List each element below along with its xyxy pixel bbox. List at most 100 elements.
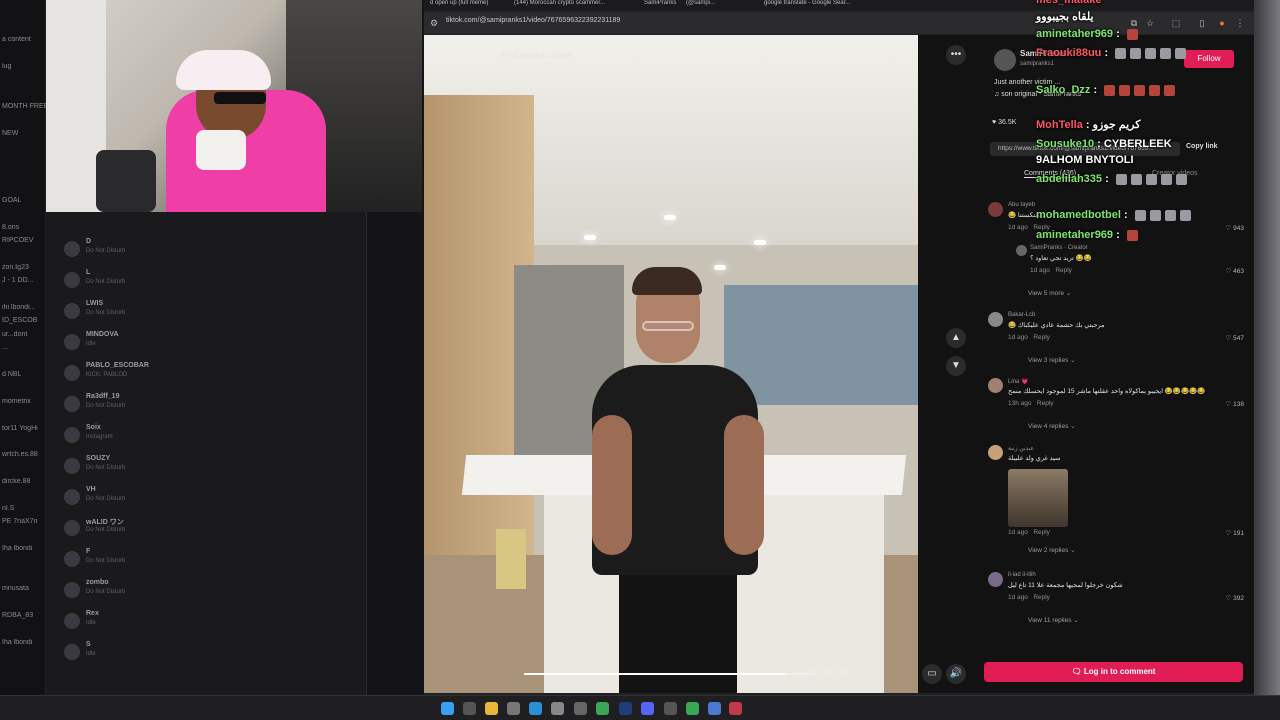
comment-author[interactable]: Lina 💗 xyxy=(1008,378,1028,385)
store-icon[interactable] xyxy=(507,702,520,715)
channel-item[interactable]: zon.tg23 xyxy=(0,264,46,271)
reply-button[interactable]: Reply xyxy=(1055,267,1072,274)
member-item[interactable]: S Idle xyxy=(58,641,358,667)
member-item[interactable]: MINDOVA Idle xyxy=(58,331,358,357)
search-icon[interactable] xyxy=(463,702,476,715)
url-text[interactable]: tiktok.com/@samipranks1/video/7676596322… xyxy=(446,17,846,29)
avatar[interactable] xyxy=(994,49,1016,71)
channel-item[interactable]: lug xyxy=(0,63,46,70)
avatar[interactable] xyxy=(64,303,80,319)
member-item[interactable]: PABLO_ESCOBAR KICK: PABLOD xyxy=(58,362,358,388)
channel-item[interactable]: J - 1 DD... xyxy=(0,277,46,284)
comment-like-count[interactable]: ♡ 547 xyxy=(1226,334,1245,342)
channel-item[interactable]: ur...dont xyxy=(0,331,46,338)
browser-tab[interactable]: (144) Moroccan crypto scammer... xyxy=(508,0,618,10)
avatar[interactable] xyxy=(64,644,80,660)
member-item[interactable]: SOUZY Do Not Disturb xyxy=(58,455,358,481)
browser-tab[interactable]: google translate - Google Sear... xyxy=(758,0,868,10)
member-item[interactable]: D Do Not Disturb xyxy=(58,238,358,264)
avatar[interactable] xyxy=(988,445,1003,460)
like-button[interactable]: ♥ 36.5K xyxy=(992,119,1016,126)
avatar[interactable] xyxy=(988,312,1003,327)
comment-like-count[interactable]: ♡ 138 xyxy=(1226,400,1245,408)
comment-author[interactable]: il-lad il-illih xyxy=(1008,572,1036,578)
channel-item[interactable]: wrtch.es.88 xyxy=(0,451,46,458)
avatar[interactable] xyxy=(64,458,80,474)
avatar[interactable] xyxy=(64,272,80,288)
channel-item[interactable]: NEW xyxy=(0,130,46,137)
channel-item[interactable]: tor11 YogHi xyxy=(0,425,46,432)
avatar[interactable] xyxy=(1016,245,1027,256)
avatar[interactable] xyxy=(64,334,80,350)
log-in-to-comment-button[interactable]: 🗨 Log in to comment xyxy=(984,662,1243,682)
obs-icon[interactable] xyxy=(729,702,742,715)
avatar[interactable] xyxy=(64,582,80,598)
member-item[interactable]: F Do Not Disturb xyxy=(58,548,358,574)
member-item[interactable]: Rex Idle xyxy=(58,610,358,636)
view-more-replies[interactable]: View 11 replies ⌄ xyxy=(1028,616,1079,624)
tiktok-video-player[interactable]: Find related content 01:16/01:25 xyxy=(424,35,918,693)
reply-button[interactable]: Reply xyxy=(1037,400,1054,407)
channel-item[interactable]: RDBA_83 xyxy=(0,612,46,619)
comment-author[interactable]: عبدبن زنبة xyxy=(1008,445,1034,452)
file-explorer-icon[interactable] xyxy=(485,702,498,715)
app-icon[interactable] xyxy=(686,702,699,715)
channel-item[interactable]: dircke.88 xyxy=(0,478,46,485)
previous-video-icon[interactable]: ▲ xyxy=(946,328,966,348)
comment-author[interactable]: Abu tayeb xyxy=(1008,202,1035,208)
channel-item[interactable]: MONTH FREE xyxy=(0,103,46,110)
avatar[interactable] xyxy=(64,241,80,257)
member-item[interactable]: Ra3dff_19 Do Not Disturb xyxy=(58,393,358,419)
avatar[interactable] xyxy=(64,489,80,505)
member-item[interactable]: VH Do Not Disturb xyxy=(58,486,358,512)
channel-item[interactable]: PE 7naX7n xyxy=(0,518,46,525)
reply-button[interactable]: Reply xyxy=(1033,594,1050,601)
avatar[interactable] xyxy=(64,520,80,536)
browser-tab[interactable]: d open up (full meme) xyxy=(424,0,504,10)
view-more-replies[interactable]: View 2 replies ⌄ xyxy=(1028,546,1076,554)
channel-item[interactable]: ihi lbondi... xyxy=(0,304,46,311)
chrome-icon[interactable] xyxy=(596,702,609,715)
channel-item[interactable]: nI.S xyxy=(0,505,46,512)
channel-item[interactable]: Iha lbondi xyxy=(0,639,46,646)
avatar[interactable] xyxy=(64,396,80,412)
view-more-replies[interactable]: View 3 replies ⌄ xyxy=(1028,356,1076,364)
volume-icon[interactable]: 🔊 xyxy=(946,664,966,684)
member-item[interactable]: LWIS Do Not Disturb xyxy=(58,300,358,326)
channel-item[interactable]: ID_ESCOB xyxy=(0,317,46,324)
channel-item[interactable]: d NBL xyxy=(0,371,46,378)
video-progress-bar[interactable] xyxy=(524,673,814,675)
avatar[interactable] xyxy=(988,202,1003,217)
miniplayer-icon[interactable]: ▭ xyxy=(922,664,942,684)
discord-icon[interactable] xyxy=(641,702,654,715)
site-info-icon[interactable]: ⚙ xyxy=(428,17,440,29)
member-item[interactable]: wALID ワン Do Not Disturb xyxy=(58,517,358,543)
channel-item[interactable]: a content xyxy=(0,36,46,43)
comment-like-count[interactable]: ♡ 463 xyxy=(1226,267,1245,275)
reply-button[interactable]: Reply xyxy=(1033,334,1050,341)
photoshop-icon[interactable] xyxy=(619,702,632,715)
view-more-replies[interactable]: View 5 more ⌄ xyxy=(1028,289,1071,297)
app-icon[interactable] xyxy=(664,702,677,715)
avatar[interactable] xyxy=(64,551,80,567)
avatar[interactable] xyxy=(64,613,80,629)
app-icon[interactable] xyxy=(574,702,587,715)
comment-author[interactable]: SamiPranks · Creator xyxy=(1030,245,1088,251)
channel-item[interactable]: ... xyxy=(0,344,46,351)
find-related-content[interactable]: Find related content xyxy=(502,51,573,60)
view-more-replies[interactable]: View 4 replies ⌄ xyxy=(1028,422,1076,430)
channel-item[interactable]: mnusata xyxy=(0,585,46,592)
avatar[interactable] xyxy=(64,427,80,443)
avatar[interactable] xyxy=(64,365,80,381)
comment-like-count[interactable]: ♡ 191 xyxy=(1226,529,1245,537)
member-item[interactable]: L Do Not Disturb xyxy=(58,269,358,295)
edge-icon[interactable] xyxy=(529,702,542,715)
browser-tab[interactable]: SamiPranks xyxy=(638,0,678,10)
next-video-icon[interactable]: ▼ xyxy=(946,356,966,376)
reply-button[interactable]: Reply xyxy=(1033,529,1050,536)
more-options-icon[interactable]: ••• xyxy=(946,45,966,65)
avatar[interactable] xyxy=(988,572,1003,587)
comment-author[interactable]: Bakar-Lcb xyxy=(1008,312,1035,318)
start-icon[interactable] xyxy=(441,702,454,715)
channel-item[interactable]: 8.ons xyxy=(0,224,46,231)
